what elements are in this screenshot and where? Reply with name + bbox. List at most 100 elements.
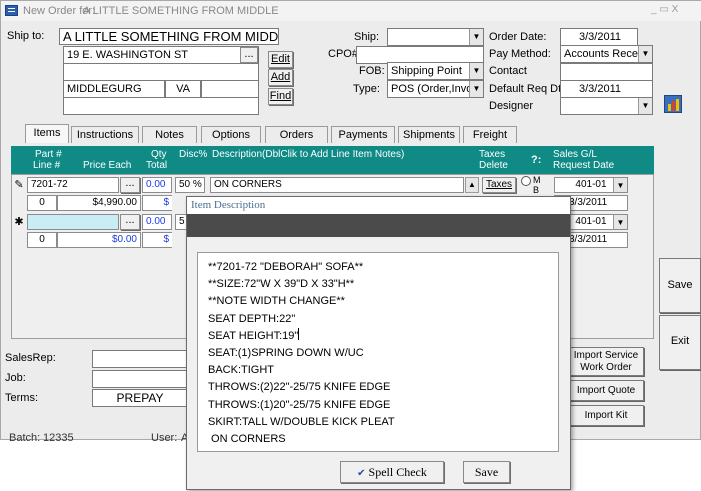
address-line4-field[interactable] bbox=[63, 97, 259, 115]
item-description-textarea[interactable]: **7201-72 "DEBORAH" SOFA** **SIZE:72"W X… bbox=[197, 252, 559, 452]
taxes-button[interactable]: Taxes bbox=[482, 177, 516, 193]
tab-orders[interactable]: Orders bbox=[265, 126, 328, 143]
gl-account-combo[interactable]: 401-01 ▼ bbox=[554, 177, 628, 193]
address-line2-field[interactable] bbox=[63, 63, 259, 81]
order-date-label: Order Date: bbox=[489, 31, 547, 43]
line-number-field[interactable]: 0 bbox=[27, 195, 57, 211]
part-browse-button[interactable]: ... bbox=[120, 214, 140, 230]
description-line: **NOTE WIDTH CHANGE** bbox=[208, 295, 345, 308]
import-service-work-order-button[interactable]: Import Service Work Order bbox=[568, 347, 644, 376]
part-browse-button[interactable]: ... bbox=[120, 177, 140, 193]
radio-m-label: M bbox=[533, 175, 541, 185]
address-browse-button[interactable]: ... bbox=[240, 47, 258, 63]
description-line: SEAT DEPTH:22" bbox=[208, 312, 296, 325]
spell-check-icon: ✔ bbox=[357, 468, 366, 479]
tab-instructions[interactable]: Instructions bbox=[71, 126, 139, 143]
type-combo[interactable]: POS (Order,Invoic ▼ bbox=[387, 80, 484, 98]
import-kit-button[interactable]: Import Kit bbox=[568, 405, 644, 426]
terms-field[interactable]: PREPAY bbox=[92, 389, 188, 407]
description-line: SKIRT:TALL W/DOUBLE KICK PLEAT bbox=[208, 415, 395, 428]
chevron-down-icon[interactable]: ▼ bbox=[638, 46, 652, 62]
zip-field[interactable] bbox=[201, 80, 259, 98]
city-field[interactable]: MIDDLEGURG bbox=[63, 80, 165, 98]
radio-b-label: B bbox=[533, 185, 540, 195]
window-controls[interactable]: _ ▭ X bbox=[651, 4, 678, 15]
ship-to-name-field[interactable]: A LITTLE SOMETHING FROM MIDDLE bbox=[59, 28, 279, 45]
disc-field[interactable]: 50 % bbox=[175, 177, 205, 193]
pay-method-label: Pay Method: bbox=[489, 48, 551, 60]
tab-payments[interactable]: Payments bbox=[331, 126, 395, 143]
line-number-field[interactable]: 0 bbox=[27, 232, 57, 248]
work-order-label: Work Order bbox=[580, 362, 632, 373]
tab-shipments[interactable]: Shipments bbox=[398, 126, 460, 143]
method-radio-group[interactable]: M B bbox=[521, 175, 547, 196]
fob-combo[interactable]: Shipping Point ▼ bbox=[387, 62, 484, 80]
line-total-field: $ bbox=[142, 232, 172, 248]
add-address-button[interactable]: Add bbox=[268, 69, 293, 86]
spell-check-button[interactable]: ✔ Spell Check bbox=[340, 461, 444, 483]
exit-button[interactable]: Exit bbox=[659, 315, 701, 370]
order-date-field[interactable]: 3/3/2011 bbox=[560, 28, 638, 46]
import-service-label: Import Service bbox=[573, 350, 639, 361]
part-number-field[interactable] bbox=[27, 214, 119, 230]
chevron-down-icon[interactable]: ▼ bbox=[469, 63, 483, 79]
col-description: Description(DblClik to Add Line Item Not… bbox=[212, 149, 405, 160]
salesrep-field[interactable] bbox=[92, 350, 188, 368]
scroll-up-icon[interactable]: ▲ bbox=[465, 177, 479, 193]
edit-label: Edit bbox=[271, 53, 290, 65]
address-line1-field[interactable]: 19 E. WASHINGTON ST bbox=[63, 46, 259, 64]
contact-field[interactable] bbox=[560, 63, 653, 81]
price-each-field[interactable]: $4,990.00 bbox=[57, 195, 141, 211]
report-icon[interactable] bbox=[664, 95, 682, 113]
chevron-down-icon[interactable]: ▼ bbox=[613, 215, 627, 229]
user-label: User: bbox=[151, 432, 178, 444]
dialog-save-button[interactable]: Save bbox=[463, 461, 510, 483]
col-line: Line # bbox=[33, 160, 61, 171]
batch-value: 12335 bbox=[43, 432, 74, 444]
description-line: BACK:TIGHT bbox=[208, 364, 275, 377]
chevron-down-icon[interactable]: ▼ bbox=[469, 81, 483, 97]
spell-check-label: Spell Check bbox=[368, 465, 427, 479]
tab-options[interactable]: Options bbox=[201, 126, 261, 143]
tab-freight[interactable]: Freight bbox=[463, 126, 517, 143]
col-price: Price Each bbox=[83, 160, 132, 171]
tab-orders-label: Orders bbox=[279, 129, 314, 141]
help-icon[interactable]: ?: bbox=[531, 155, 541, 166]
description-line: **SIZE:72"W X 39"D X 33"H** bbox=[208, 278, 355, 291]
fob-label: FOB: bbox=[359, 65, 385, 77]
part-number-field[interactable]: 7201-72 bbox=[27, 177, 119, 193]
chevron-down-icon[interactable]: ▼ bbox=[638, 98, 652, 114]
tab-items[interactable]: Items bbox=[25, 124, 69, 143]
state-field[interactable]: VA bbox=[165, 80, 201, 98]
designer-combo[interactable]: ▼ bbox=[560, 97, 653, 115]
batch-label: Batch: bbox=[9, 432, 41, 444]
description-line: THROWS:(1)20"-25/75 KNIFE EDGE bbox=[208, 398, 391, 411]
qty-field[interactable]: 0.00 bbox=[142, 214, 172, 230]
line-total-field: $ bbox=[142, 195, 172, 211]
qty-field[interactable]: 0.00 bbox=[142, 177, 172, 193]
job-field[interactable] bbox=[92, 370, 188, 388]
type-value: POS (Order,Invoic bbox=[391, 83, 481, 95]
default-req-field[interactable]: 3/3/2011 bbox=[560, 80, 653, 98]
col-request-date: Request Date bbox=[553, 160, 615, 171]
chevron-down-icon[interactable]: ▼ bbox=[469, 29, 483, 45]
chevron-down-icon[interactable]: ▼ bbox=[613, 178, 627, 192]
price-each-field[interactable]: $0.00 bbox=[57, 232, 141, 248]
job-label: Job: bbox=[5, 372, 26, 384]
save-button[interactable]: Save bbox=[659, 258, 701, 313]
ship-combo[interactable]: ▼ bbox=[387, 28, 484, 46]
description-line: ON CORNERS bbox=[208, 433, 286, 446]
import-quote-button[interactable]: Import Quote bbox=[568, 380, 644, 401]
tab-notes[interactable]: Notes bbox=[142, 126, 197, 143]
ship-label: Ship: bbox=[354, 31, 380, 43]
col-sales-gl: Sales G/L bbox=[553, 149, 597, 160]
description-line: SEAT:(1)SPRING DOWN W/UC bbox=[208, 347, 364, 360]
dialog-header-band bbox=[187, 214, 570, 237]
radio-m[interactable] bbox=[521, 176, 531, 186]
description-line-text: SEAT HEIGHT:19" bbox=[208, 329, 299, 342]
edit-address-button[interactable]: Edit bbox=[268, 51, 293, 68]
pay-method-combo[interactable]: Accounts Receiva ▼ bbox=[560, 45, 653, 63]
description-line: THROWS:(2)22"-25/75 KNIFE EDGE bbox=[208, 381, 391, 394]
description-field[interactable]: ON CORNERS bbox=[210, 177, 464, 193]
find-address-button[interactable]: Find bbox=[268, 88, 293, 105]
